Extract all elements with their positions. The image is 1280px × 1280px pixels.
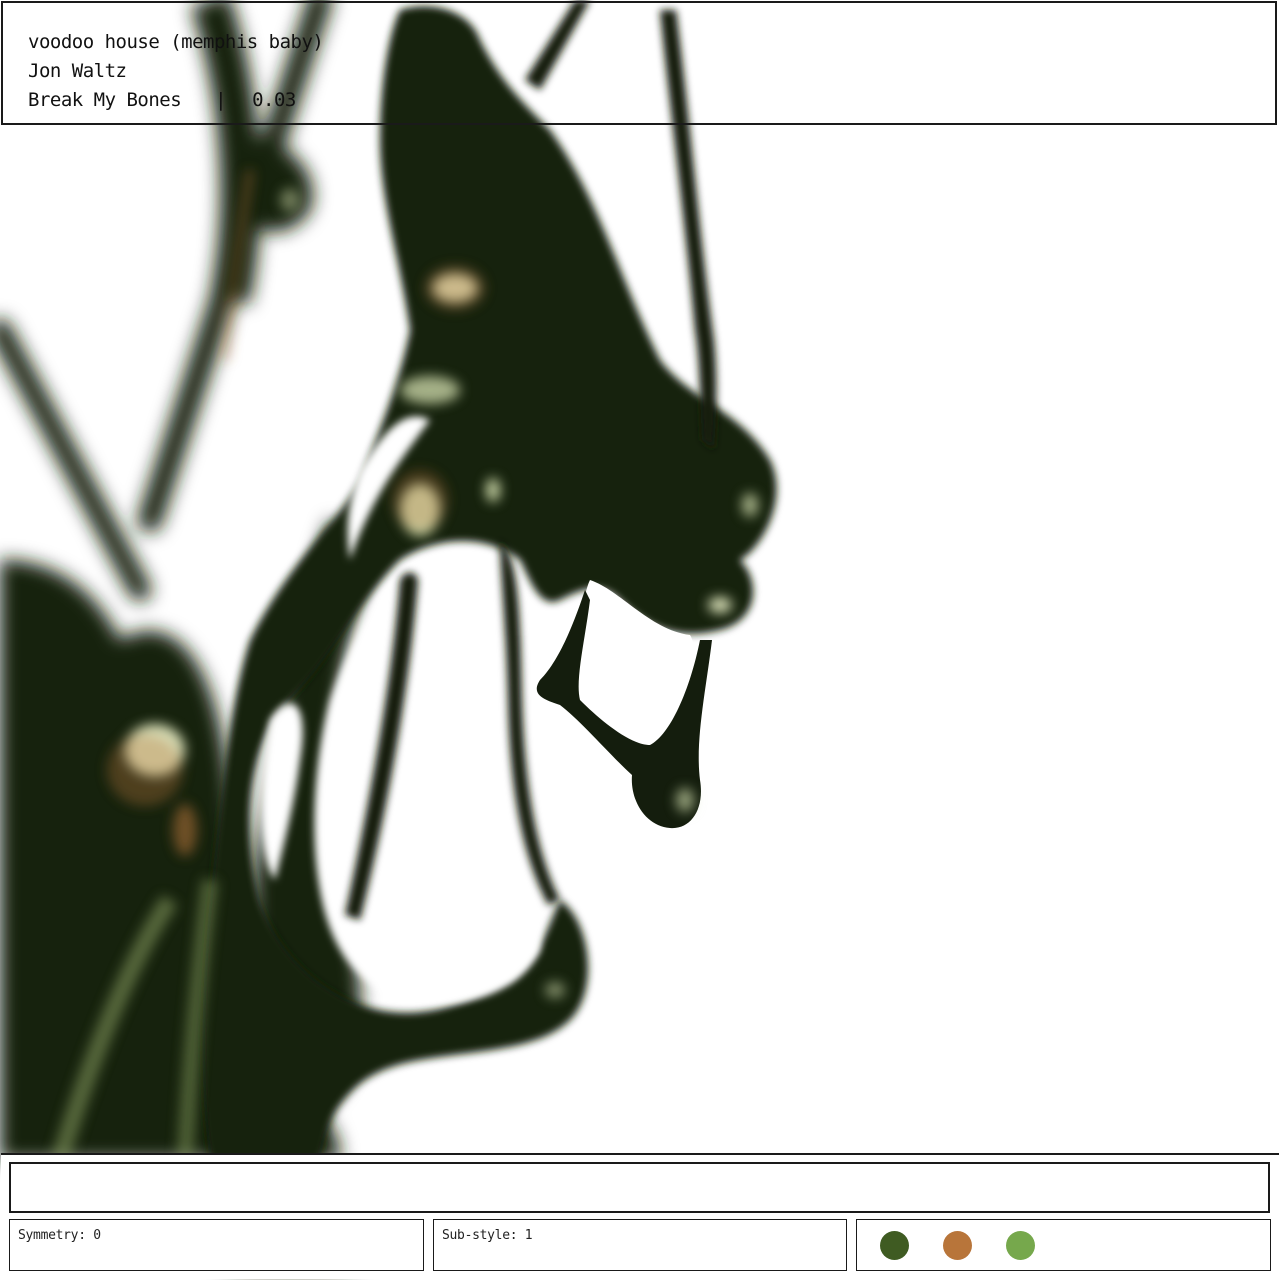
text-input-box[interactable] [9, 1162, 1270, 1213]
progress-value: 0.03 [252, 89, 296, 111]
album-line: Break My Bones | 0.03 [28, 91, 296, 110]
album-name: Break My Bones [28, 89, 182, 111]
substyle-label: Sub-style: 1 [442, 1228, 533, 1243]
dark-green-swatch[interactable] [880, 1231, 909, 1260]
symmetry-label: Symmetry: 0 [18, 1228, 101, 1243]
generative-blob-artwork [0, 0, 777, 1280]
artist-name: Jon Waltz [28, 60, 127, 82]
symmetry-box[interactable]: Symmetry: 0 [9, 1219, 424, 1271]
light-green-swatch[interactable] [1006, 1231, 1035, 1260]
orange-swatch[interactable] [943, 1231, 972, 1260]
album-separator: | [215, 89, 227, 111]
visualizer-stage: voodoo house (memphis baby) Jon Waltz Br… [0, 0, 1280, 1280]
palette-box [856, 1219, 1271, 1271]
substyle-box[interactable]: Sub-style: 1 [433, 1219, 847, 1271]
track-title: voodoo house (memphis baby) [28, 31, 324, 53]
